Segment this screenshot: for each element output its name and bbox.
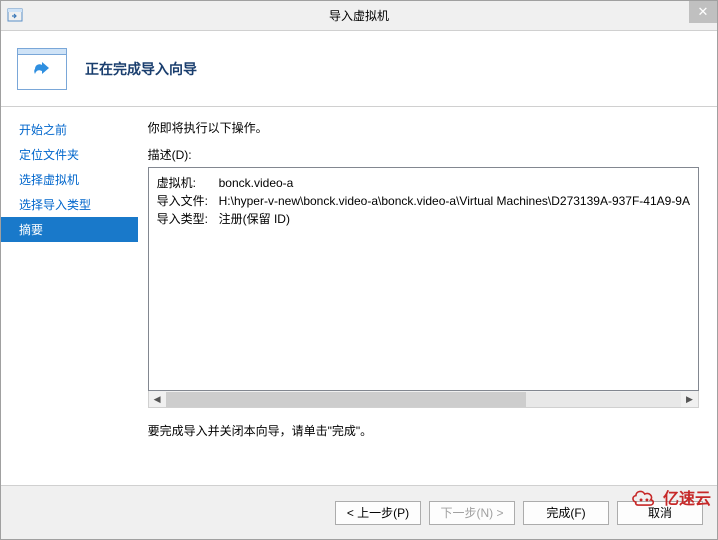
horizontal-scrollbar[interactable]: ◀ ▶	[148, 391, 699, 408]
wizard-title-icon	[7, 7, 23, 23]
summary-row-0: 虚拟机:bonck.video-a	[157, 174, 690, 192]
summary-value: bonck.video-a	[219, 174, 294, 192]
summary-value: 注册(保留 ID)	[219, 210, 290, 228]
summary-key: 导入文件:	[157, 192, 219, 210]
summary-row-2: 导入类型:注册(保留 ID)	[157, 210, 690, 228]
wizard-main: 你即将执行以下操作。 描述(D): 虚拟机:bonck.video-a导入文件:…	[138, 107, 717, 485]
window-title: 导入虚拟机	[329, 7, 389, 24]
sidebar-item-4[interactable]: 摘要	[1, 217, 138, 242]
scroll-track[interactable]	[166, 392, 681, 407]
scroll-thumb[interactable]	[166, 392, 527, 407]
sidebar-item-3[interactable]: 选择导入类型	[1, 192, 138, 217]
summary-value: H:\hyper-v-new\bonck.video-a\bonck.video…	[219, 192, 690, 210]
summary-key: 导入类型:	[157, 210, 219, 228]
finish-button[interactable]: 完成(F)	[523, 501, 609, 525]
scroll-right-button[interactable]: ▶	[681, 392, 698, 407]
title-bar: 导入虚拟机 ✕	[1, 1, 717, 31]
scroll-left-button[interactable]: ◀	[149, 392, 166, 407]
sidebar-item-1[interactable]: 定位文件夹	[1, 142, 138, 167]
close-icon: ✕	[698, 4, 709, 20]
summary-row-1: 导入文件:H:\hyper-v-new\bonck.video-a\bonck.…	[157, 192, 690, 210]
summary-key: 虚拟机:	[157, 174, 219, 192]
sidebar-item-2[interactable]: 选择虚拟机	[1, 167, 138, 192]
description-box: 虚拟机:bonck.video-a导入文件:H:\hyper-v-new\bon…	[148, 167, 699, 391]
import-icon	[17, 48, 67, 90]
wizard-window: 导入虚拟机 ✕ 正在完成导入向导 开始之前定位文件夹选择虚拟机选择导入类型摘要 …	[0, 0, 718, 540]
cancel-button[interactable]: 取消	[617, 501, 703, 525]
next-button: 下一步(N) >	[429, 501, 515, 525]
wizard-header: 正在完成导入向导	[1, 31, 717, 107]
wizard-body: 开始之前定位文件夹选择虚拟机选择导入类型摘要 你即将执行以下操作。 描述(D):…	[1, 107, 717, 485]
wizard-sidebar: 开始之前定位文件夹选择虚拟机选择导入类型摘要	[1, 107, 138, 485]
finish-instruction: 要完成导入并关闭本向导，请单击"完成"。	[148, 422, 699, 439]
wizard-heading: 正在完成导入向导	[85, 59, 197, 79]
sidebar-item-0[interactable]: 开始之前	[1, 117, 138, 142]
previous-button[interactable]: < 上一步(P)	[335, 501, 421, 525]
close-button[interactable]: ✕	[689, 1, 717, 23]
intro-text: 你即将执行以下操作。	[148, 119, 699, 136]
wizard-footer: < 上一步(P) 下一步(N) > 完成(F) 取消	[1, 485, 717, 539]
description-label: 描述(D):	[148, 146, 699, 163]
